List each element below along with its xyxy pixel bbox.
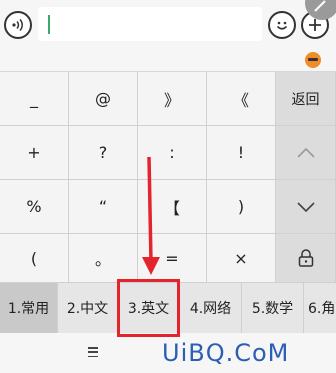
category-label: 6.角 xyxy=(308,301,336,317)
key-label: ? xyxy=(98,143,108,162)
lock-icon xyxy=(298,249,313,267)
key[interactable]: ) xyxy=(207,180,276,234)
category-tab-math[interactable]: 5.数学 xyxy=(242,283,304,333)
key-label: 【 xyxy=(163,198,180,218)
back-button[interactable]: 返回 xyxy=(276,72,336,126)
category-tab-common[interactable]: 1.常用 xyxy=(0,283,58,333)
key-label: 《 xyxy=(232,90,249,110)
key-label: 》 xyxy=(163,90,180,110)
chevron-down-icon xyxy=(296,201,315,212)
voice-icon[interactable] xyxy=(4,11,32,39)
symbol-keyboard: _ @ 》 《 返回 + ? : ! % “ 【 ) ( 。 = × xyxy=(0,72,336,289)
watermark: UiBQ.CoM xyxy=(162,339,290,367)
key[interactable]: 》 xyxy=(138,72,207,126)
category-label: 1.常用 xyxy=(7,301,50,317)
category-label: 2.中文 xyxy=(66,301,109,317)
key[interactable]: ( xyxy=(0,234,69,283)
back-label: 返回 xyxy=(291,91,320,108)
key[interactable]: 《 xyxy=(207,72,276,126)
key-label: ) xyxy=(237,197,245,216)
key[interactable]: ! xyxy=(207,126,276,180)
key-label: = xyxy=(165,248,179,268)
category-tab-network[interactable]: 4.网络 xyxy=(180,283,242,333)
key-label: : xyxy=(169,143,175,162)
key[interactable]: % xyxy=(0,180,69,234)
sticker-bar xyxy=(0,48,336,72)
key[interactable]: = xyxy=(138,234,207,283)
key-label: + xyxy=(27,143,41,162)
category-label: 4.网络 xyxy=(189,301,232,317)
key[interactable]: 【 xyxy=(138,180,207,234)
key[interactable]: + xyxy=(0,126,69,180)
category-tab-corner[interactable]: 6.角 xyxy=(304,283,336,333)
message-input[interactable] xyxy=(38,7,262,41)
category-label: 5.数学 xyxy=(251,301,294,317)
key-label: × xyxy=(234,248,248,268)
key[interactable]: “ xyxy=(69,180,138,234)
key-label: % xyxy=(26,197,42,216)
key[interactable]: @ xyxy=(69,72,138,126)
key-label: 。 xyxy=(94,250,111,269)
key-label: ( xyxy=(30,248,38,268)
emoji-icon[interactable] xyxy=(268,11,296,39)
key[interactable]: ? xyxy=(69,126,138,180)
bottom-bar: UiBQ.CoM xyxy=(0,333,336,373)
input-bar xyxy=(0,0,336,48)
scroll-down-button[interactable] xyxy=(276,180,336,234)
category-tab-chinese[interactable]: 2.中文 xyxy=(58,283,118,333)
menu-icon[interactable] xyxy=(88,347,98,357)
key[interactable]: × xyxy=(207,234,276,283)
key-label: “ xyxy=(98,197,108,216)
key-label: ! xyxy=(237,143,245,162)
lock-button[interactable] xyxy=(276,234,336,283)
sticker-icon[interactable] xyxy=(305,52,321,68)
highlight-box xyxy=(117,279,180,337)
text-caret xyxy=(48,15,50,34)
key-label: @ xyxy=(95,89,111,108)
key[interactable]: : xyxy=(138,126,207,180)
chevron-up-icon xyxy=(296,147,315,158)
key-label: _ xyxy=(30,89,38,108)
scroll-up-button[interactable] xyxy=(276,126,336,180)
key[interactable]: 。 xyxy=(69,234,138,283)
keyboard-screen: { "input_bar": { "text_value": "", "icon… xyxy=(0,0,336,373)
key[interactable]: _ xyxy=(0,72,69,126)
